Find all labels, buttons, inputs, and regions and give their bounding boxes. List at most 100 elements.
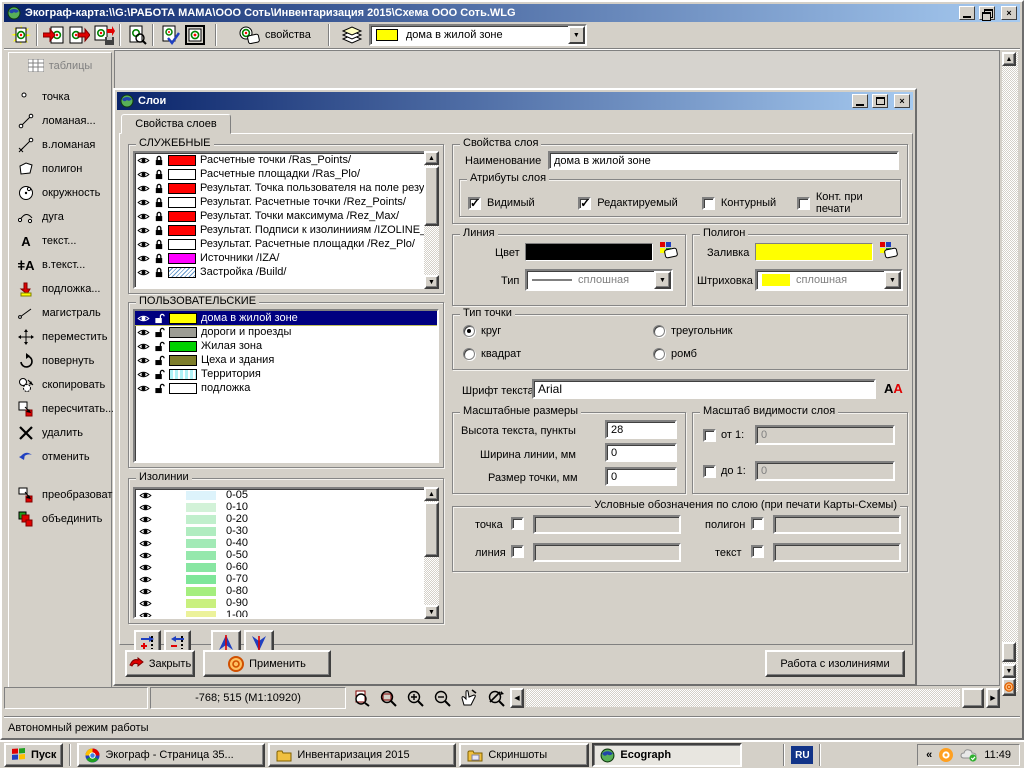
layer-row[interactable]: Результат. Расчетные площадки /Rez_Plo/: [135, 237, 437, 251]
chevron-down-icon[interactable]: ▼: [568, 26, 585, 44]
taskbar-item-browser[interactable]: Экограф - Страница 35...: [77, 743, 265, 767]
h-scroll-left-icon[interactable]: ◀: [510, 688, 524, 708]
tab-layer-properties[interactable]: Свойства слоев: [121, 114, 231, 134]
lock-icon[interactable]: [154, 197, 164, 208]
eye-icon[interactable]: [137, 342, 150, 351]
tool-edit-text[interactable]: ǂAв.текст...: [9, 253, 111, 277]
eye-icon[interactable]: [137, 156, 150, 165]
isoline-row[interactable]: 0-40: [135, 537, 437, 549]
point-type-triangle[interactable]: треугольник: [653, 325, 732, 337]
point-type-circle[interactable]: круг: [463, 325, 501, 337]
zoom-rect-button[interactable]: [375, 686, 400, 710]
layer-row[interactable]: Результат. Подписи к изолинииям /IZOLINE…: [135, 223, 437, 237]
eye-icon[interactable]: [139, 599, 152, 608]
tray-orange-icon[interactable]: [938, 747, 954, 763]
service-layers-list[interactable]: Расчетные точки /Ras_Points/ Расчетные п…: [133, 151, 439, 289]
point-type-rhomb[interactable]: ромб: [653, 348, 697, 360]
scroll-thumb[interactable]: [424, 502, 439, 557]
save-button[interactable]: [91, 23, 116, 47]
legend-text-checkbox[interactable]: [751, 545, 764, 558]
line-color-swatch[interactable]: [525, 243, 653, 261]
isolines-work-button[interactable]: Работа с изолиниями: [765, 650, 905, 677]
zoom-out-button[interactable]: [429, 686, 454, 710]
circle-radio[interactable]: [463, 325, 475, 337]
editable-checkbox[interactable]: [578, 197, 591, 210]
line-type-select[interactable]: сплошная ▼: [525, 269, 673, 291]
language-indicator[interactable]: RU: [791, 746, 813, 764]
tool-arc[interactable]: дуга: [9, 205, 111, 229]
rhomb-radio[interactable]: [653, 348, 665, 360]
dialog-minimize-icon[interactable]: [852, 94, 868, 108]
layer-row[interactable]: Жилая зона: [135, 339, 437, 353]
layer-select[interactable]: дома в жилой зоне ▼: [369, 24, 587, 46]
tool-polyline[interactable]: ломаная...: [9, 109, 111, 133]
hatch-select[interactable]: сплошная ▼: [755, 269, 903, 291]
pan-button[interactable]: [456, 686, 481, 710]
tool-undo[interactable]: отменить: [9, 445, 111, 469]
text-height-input[interactable]: 28: [605, 420, 677, 439]
tool-merge[interactable]: объединить: [9, 507, 111, 531]
layer-row[interactable]: дома в жилой зоне: [135, 311, 437, 325]
tool-trunk[interactable]: магистраль: [9, 301, 111, 325]
tray-collapse-icon[interactable]: «: [926, 749, 932, 761]
lock-icon[interactable]: [154, 183, 164, 194]
eye-icon[interactable]: [139, 587, 152, 596]
eye-icon[interactable]: [139, 527, 152, 536]
lock-icon[interactable]: [154, 267, 164, 278]
eye-icon[interactable]: [139, 551, 152, 560]
tool-polygon[interactable]: полигон: [9, 157, 111, 181]
eye-icon[interactable]: [139, 611, 152, 620]
dialog-maximize-icon[interactable]: [872, 94, 888, 108]
eye-icon[interactable]: [137, 226, 150, 235]
eye-icon[interactable]: [139, 539, 152, 548]
isolines-list[interactable]: 0-05 0-10 0-20 0-30: [133, 487, 439, 619]
layer-row[interactable]: Застройка /Build/: [135, 265, 437, 279]
point-type-square[interactable]: квадрат: [463, 348, 521, 360]
eye-icon[interactable]: [139, 575, 152, 584]
eye-icon[interactable]: [137, 198, 150, 207]
layer-row[interactable]: Результат. Точки максимума /Rez_Max/: [135, 209, 437, 223]
unlock-icon[interactable]: [154, 313, 165, 324]
contour-print-checkbox[interactable]: [797, 197, 810, 210]
restore-icon[interactable]: [979, 6, 995, 20]
layer-row[interactable]: подложка: [135, 381, 437, 395]
from-checkbox[interactable]: [703, 429, 716, 442]
full-extent-button[interactable]: [1002, 678, 1016, 696]
layer-row[interactable]: Результат. Расчетные точки /Rez_Points/: [135, 195, 437, 209]
eye-icon[interactable]: [137, 268, 150, 277]
name-input[interactable]: дома в жилой зоне: [548, 151, 899, 170]
close-icon[interactable]: ×: [1001, 6, 1017, 20]
isoline-row[interactable]: 1-00: [135, 609, 437, 619]
lock-icon[interactable]: [154, 169, 164, 180]
fill-color-swatch[interactable]: [755, 243, 873, 261]
check-button[interactable]: [157, 23, 182, 47]
isoline-row[interactable]: 0-30: [135, 525, 437, 537]
export-button[interactable]: [66, 23, 91, 47]
eye-icon[interactable]: [137, 240, 150, 249]
contour-checkbox[interactable]: [702, 197, 715, 210]
visible-checkbox[interactable]: [468, 197, 481, 210]
tool-text[interactable]: Aтекст...: [9, 229, 111, 253]
taskbar-item-ecograph[interactable]: Ecograph: [592, 743, 742, 767]
tool-move[interactable]: переместить: [9, 325, 111, 349]
service-list-scrollbar[interactable]: ▲ ▼: [424, 151, 439, 289]
unlock-icon[interactable]: [154, 383, 165, 394]
tray-cloud-icon[interactable]: [960, 748, 978, 762]
eye-icon[interactable]: [139, 563, 152, 572]
eye-icon[interactable]: [137, 384, 150, 393]
tool-transform[interactable]: преобразовать: [9, 483, 111, 507]
zoom-cancel-button[interactable]: [483, 686, 508, 710]
tool-recalc[interactable]: пересчитать...: [9, 397, 111, 421]
tool-point[interactable]: точка: [9, 85, 111, 109]
eye-icon[interactable]: [137, 170, 150, 179]
tool-delete[interactable]: удалить: [9, 421, 111, 445]
scroll-down-icon[interactable]: ▼: [1002, 664, 1016, 678]
new-map-button[interactable]: [8, 23, 33, 47]
taskbar-item-inventory[interactable]: Инвентаризация 2015: [268, 743, 456, 767]
eye-icon[interactable]: [137, 328, 150, 337]
unlock-icon[interactable]: [154, 341, 165, 352]
layer-row[interactable]: Результат. Точка пользователя на поле ре…: [135, 181, 437, 195]
eye-icon[interactable]: [137, 314, 150, 323]
eye-icon[interactable]: [139, 491, 152, 500]
font-picker-icon[interactable]: AA: [884, 381, 903, 396]
